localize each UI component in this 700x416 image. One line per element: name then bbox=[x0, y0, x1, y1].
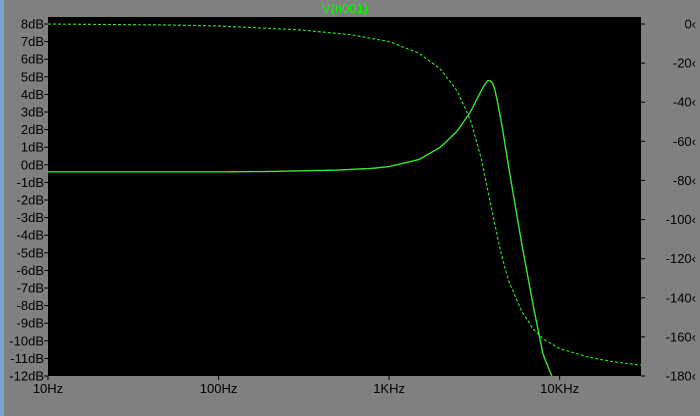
left-tick-label: -7dB bbox=[17, 281, 44, 296]
left-tick-label: 8dB bbox=[21, 17, 44, 32]
left-tick-label: -5dB bbox=[17, 245, 44, 260]
left-tick-label: -1dB bbox=[17, 175, 44, 190]
left-tick-label: -9dB bbox=[17, 316, 44, 331]
left-tick-label: -6dB bbox=[17, 263, 44, 278]
right-axis-labels: 0‹ -20‹ -40‹ -60‹ -80‹ -100‹ -120‹ -140‹ -160‹ -1… bbox=[666, 17, 696, 384]
right-tick-label: -100‹ bbox=[666, 212, 696, 227]
bode-plot[interactable]: V(n001) 8dB 7dB 6dB 5dB 4dB 3dB 2dB 1dB 0dB -1dB -… bbox=[0, 0, 700, 416]
right-tick-label: -180‹ bbox=[666, 369, 696, 384]
left-tick-label: -4dB bbox=[17, 228, 44, 243]
right-tick-label: -140‹ bbox=[666, 290, 696, 305]
left-tick-label: -10dB bbox=[9, 333, 44, 348]
left-tick-label: -3dB bbox=[17, 210, 44, 225]
right-tick-label: -80‹ bbox=[673, 173, 696, 188]
right-tick-label: -160‹ bbox=[666, 329, 696, 344]
x-tick-label: 10Hz bbox=[33, 381, 63, 396]
left-tick-label: 7dB bbox=[21, 34, 44, 49]
right-tick-label: 0‹ bbox=[684, 17, 696, 32]
left-tick-label: 0dB bbox=[21, 157, 44, 172]
window-edge bbox=[0, 0, 4, 416]
right-tick-label: -20‹ bbox=[673, 56, 696, 71]
right-tick-label: -60‹ bbox=[673, 134, 696, 149]
left-tick-label: -11dB bbox=[10, 351, 44, 366]
waveform-window: V(n001) 8dB 7dB 6dB 5dB 4dB 3dB 2dB 1dB 0dB -1dB -… bbox=[0, 0, 700, 416]
x-tick-label: 10KHz bbox=[540, 381, 579, 396]
left-tick-label: -8dB bbox=[17, 298, 44, 313]
left-tick-label: -2dB bbox=[17, 193, 44, 208]
left-axis-labels: 8dB 7dB 6dB 5dB 4dB 3dB 2dB 1dB 0dB -1dB -2dB -3dB -… bbox=[9, 17, 44, 384]
x-tick-label: 1KHz bbox=[373, 381, 405, 396]
plot-area[interactable] bbox=[48, 17, 641, 376]
left-tick-label: 3dB bbox=[21, 105, 44, 120]
left-tick-label: 2dB bbox=[21, 122, 44, 137]
x-tick-label: 100Hz bbox=[200, 381, 238, 396]
left-tick-label: 5dB bbox=[21, 69, 44, 84]
right-tick-label: -120‹ bbox=[666, 251, 696, 266]
left-tick-label: 4dB bbox=[21, 87, 44, 102]
left-tick-label: 1dB bbox=[21, 140, 44, 155]
left-tick-label: 6dB bbox=[21, 52, 44, 67]
x-axis-labels: 10Hz 100Hz 1KHz 10KHz bbox=[33, 381, 579, 396]
trace-title-v-n001[interactable]: V(n001) bbox=[322, 1, 368, 16]
right-tick-label: -40‹ bbox=[673, 95, 696, 110]
